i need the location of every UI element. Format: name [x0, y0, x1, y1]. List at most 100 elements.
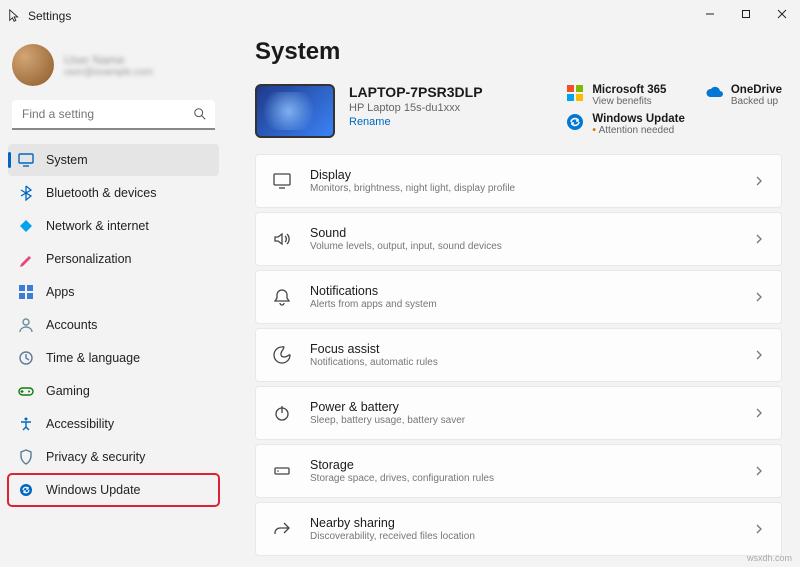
card-title: Focus assist [310, 342, 753, 356]
card-power[interactable]: Power & batterySleep, battery usage, bat… [255, 386, 782, 440]
card-share[interactable]: Nearby sharingDiscoverability, received … [255, 502, 782, 556]
device-image [255, 84, 335, 138]
sidebar-item-personalization[interactable]: Personalization [8, 243, 219, 275]
accounts-icon [18, 317, 34, 333]
promo-sub: Backed up [731, 96, 782, 107]
sidebar-item-network[interactable]: Network & internet [8, 210, 219, 242]
chevron-right-icon [753, 349, 765, 361]
settings-cards: DisplayMonitors, brightness, night light… [255, 154, 782, 556]
sidebar-item-label: Windows Update [46, 483, 141, 497]
sidebar-item-label: Accessibility [46, 417, 114, 431]
card-title: Power & battery [310, 400, 753, 414]
privacy-icon [18, 449, 34, 465]
card-title: Storage [310, 458, 753, 472]
maximize-button[interactable] [728, 0, 764, 28]
promo-update[interactable]: Windows UpdateAttention needed [566, 113, 685, 136]
device-name: LAPTOP-7PSR3DLP [349, 84, 483, 100]
cursor-icon [8, 9, 22, 23]
storage-icon [272, 461, 292, 481]
card-focus[interactable]: Focus assistNotifications, automatic rul… [255, 328, 782, 382]
avatar [12, 44, 54, 86]
main-content: System LAPTOP-7PSR3DLP HP Laptop 15s-du1… [225, 32, 800, 567]
device-card[interactable]: LAPTOP-7PSR3DLP HP Laptop 15s-du1xxx Ren… [255, 84, 548, 138]
page-title: System [255, 38, 782, 66]
card-sub: Discoverability, received files location [310, 531, 753, 542]
sidebar-item-accessibility[interactable]: Accessibility [8, 408, 219, 440]
promo-sub: View benefits [592, 96, 666, 107]
display-icon [272, 171, 292, 191]
device-row: LAPTOP-7PSR3DLP HP Laptop 15s-du1xxx Ren… [255, 84, 782, 138]
apps-icon [18, 284, 34, 300]
card-sub: Monitors, brightness, night light, displ… [310, 183, 753, 194]
card-display[interactable]: DisplayMonitors, brightness, night light… [255, 154, 782, 208]
sidebar-item-update[interactable]: Windows Update [8, 474, 219, 506]
sidebar-item-label: Time & language [46, 351, 140, 365]
network-icon [18, 218, 34, 234]
card-storage[interactable]: StorageStorage space, drives, configurat… [255, 444, 782, 498]
sidebar: User Name user@example.com System Bluetoo… [0, 32, 225, 567]
nav-list: System Bluetooth & devices Network & inter… [8, 144, 219, 506]
card-sub: Sleep, battery usage, battery saver [310, 415, 753, 426]
promo-onedrive[interactable]: OneDriveBacked up [705, 84, 782, 107]
sidebar-item-label: Bluetooth & devices [46, 186, 157, 200]
promo-title: OneDrive [731, 84, 782, 96]
sidebar-item-gaming[interactable]: Gaming [8, 375, 219, 407]
sidebar-item-label: Privacy & security [46, 450, 145, 464]
update-icon [566, 113, 584, 131]
sidebar-item-privacy[interactable]: Privacy & security [8, 441, 219, 473]
profile-name: User Name [64, 53, 153, 67]
update-icon [18, 482, 34, 498]
sidebar-item-label: System [46, 153, 88, 167]
sidebar-item-label: Gaming [46, 384, 90, 398]
power-icon [272, 403, 292, 423]
card-sub: Storage space, drives, configuration rul… [310, 473, 753, 484]
card-sound[interactable]: SoundVolume levels, output, input, sound… [255, 212, 782, 266]
card-notifications[interactable]: NotificationsAlerts from apps and system [255, 270, 782, 324]
watermark: wsxdh.com [747, 553, 792, 563]
promo-grid: Microsoft 365View benefits OneDriveBacked… [566, 84, 782, 136]
card-title: Notifications [310, 284, 753, 298]
notifications-icon [272, 287, 292, 307]
card-sub: Alerts from apps and system [310, 299, 753, 310]
system-icon [18, 152, 34, 168]
card-title: Display [310, 168, 753, 182]
chevron-right-icon [753, 465, 765, 477]
sidebar-item-system[interactable]: System [8, 144, 219, 176]
titlebar: Settings [0, 0, 800, 32]
profile-email: user@example.com [64, 67, 153, 78]
ms365-icon [566, 84, 584, 102]
window-title: Settings [28, 9, 71, 23]
promo-title: Microsoft 365 [592, 84, 666, 96]
focus-icon [272, 345, 292, 365]
card-title: Nearby sharing [310, 516, 753, 530]
close-button[interactable] [764, 0, 800, 28]
profile[interactable]: User Name user@example.com [8, 40, 219, 100]
minimize-button[interactable] [692, 0, 728, 28]
card-sub: Notifications, automatic rules [310, 357, 753, 368]
sidebar-item-apps[interactable]: Apps [8, 276, 219, 308]
share-icon [272, 519, 292, 539]
gaming-icon [18, 383, 34, 399]
sidebar-item-label: Personalization [46, 252, 131, 266]
sidebar-item-time[interactable]: Time & language [8, 342, 219, 374]
search-input[interactable] [12, 100, 215, 130]
bluetooth-icon [18, 185, 34, 201]
sidebar-item-label: Accounts [46, 318, 97, 332]
sidebar-item-label: Network & internet [46, 219, 149, 233]
sidebar-item-accounts[interactable]: Accounts [8, 309, 219, 341]
chevron-right-icon [753, 175, 765, 187]
device-model: HP Laptop 15s-du1xxx [349, 102, 483, 114]
sidebar-item-bluetooth[interactable]: Bluetooth & devices [8, 177, 219, 209]
promo-ms365[interactable]: Microsoft 365View benefits [566, 84, 685, 107]
search-box[interactable] [12, 100, 215, 130]
accessibility-icon [18, 416, 34, 432]
search-icon [193, 107, 207, 121]
personalization-icon [18, 251, 34, 267]
onedrive-icon [705, 84, 723, 102]
rename-link[interactable]: Rename [349, 116, 483, 128]
time-icon [18, 350, 34, 366]
card-sub: Volume levels, output, input, sound devi… [310, 241, 753, 252]
sound-icon [272, 229, 292, 249]
promo-title: Windows Update [592, 113, 685, 125]
chevron-right-icon [753, 291, 765, 303]
